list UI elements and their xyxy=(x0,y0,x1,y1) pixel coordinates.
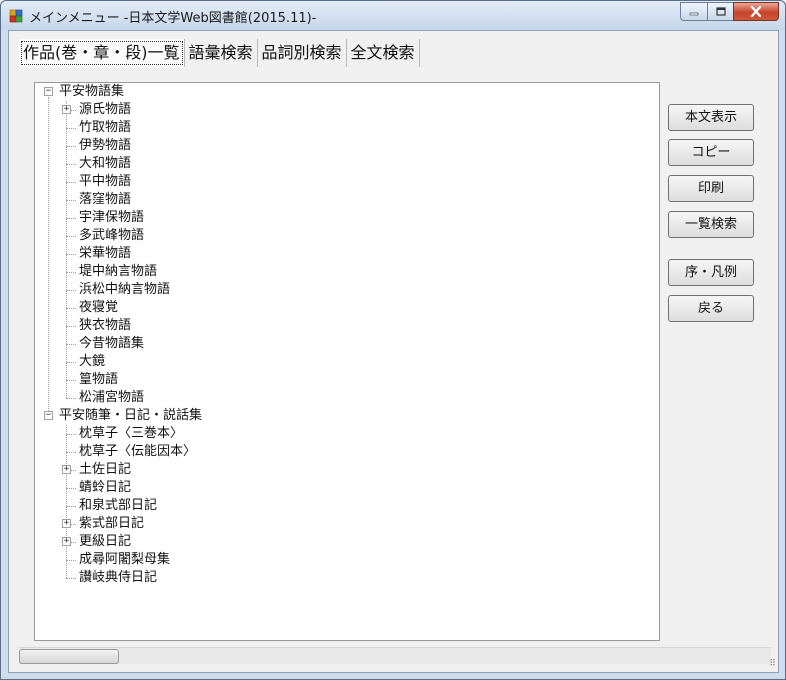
tree-connector xyxy=(66,362,76,363)
minimize-icon xyxy=(689,12,699,15)
tree-item[interactable]: 宇津保物語 xyxy=(79,209,144,227)
expand-toggle-icon[interactable]: + xyxy=(62,519,71,528)
tree-item[interactable]: 大鏡 xyxy=(79,353,105,371)
maximize-button[interactable] xyxy=(707,2,733,21)
tab-part-of-speech-search[interactable]: 品詞別検索 xyxy=(258,39,347,67)
tree-item[interactable]: 更級日記 xyxy=(79,533,131,551)
show-text-button[interactable]: 本文表示 xyxy=(668,104,754,131)
collapse-toggle-icon[interactable]: − xyxy=(44,87,53,96)
expand-toggle-icon[interactable]: + xyxy=(62,537,71,546)
tree-connector xyxy=(66,452,76,453)
tree-connector xyxy=(66,425,67,578)
resize-grip-icon[interactable]: ⠿ xyxy=(764,658,776,670)
tree-item[interactable]: 源氏物語 xyxy=(79,101,131,119)
tree-item[interactable]: 落窪物語 xyxy=(79,191,131,209)
horizontal-scrollbar[interactable] xyxy=(19,647,771,664)
tree-item[interactable]: 堤中納言物語 xyxy=(79,263,157,281)
back-button[interactable]: 戻る xyxy=(668,295,754,322)
tree-connector xyxy=(66,164,76,165)
tab-work-list[interactable]: 作品(巻・章・段)一覧 xyxy=(19,39,185,67)
list-search-button[interactable]: 一覧検索 xyxy=(668,211,754,238)
tree-item[interactable]: 讃岐典侍日記 xyxy=(79,569,157,587)
tree-item[interactable]: 竹取物語 xyxy=(79,119,131,137)
main-menu-window: メインメニュー -日本文学Web図書館(2015.11)- 作品(巻・章・段)一… xyxy=(0,0,786,680)
print-button[interactable]: 印刷 xyxy=(668,175,754,202)
title-bar[interactable]: メインメニュー -日本文学Web図書館(2015.11)- xyxy=(1,1,785,30)
tree-connector xyxy=(66,254,76,255)
tree-connector xyxy=(66,578,76,579)
window-controls xyxy=(680,2,779,21)
tree-item[interactable]: 栄華物語 xyxy=(79,245,131,263)
tree-item[interactable]: 和泉式部日記 xyxy=(79,497,157,515)
scrollbar-thumb[interactable] xyxy=(19,649,119,664)
tree-connector xyxy=(66,506,76,507)
copy-button[interactable]: コピー xyxy=(668,139,754,166)
tree-connector xyxy=(66,326,76,327)
tree-connector xyxy=(66,272,76,273)
tree-connector xyxy=(66,488,76,489)
menu-tabs: 作品(巻・章・段)一覧 語彙検索 品詞別検索 全文検索 xyxy=(19,39,420,67)
tree-connector xyxy=(66,146,76,147)
tree-connector xyxy=(66,434,76,435)
tree-connector xyxy=(66,344,76,345)
tree-connector xyxy=(66,128,76,129)
close-icon xyxy=(750,6,762,17)
tree-item[interactable]: 成尋阿闍梨母集 xyxy=(79,551,170,569)
tree-item[interactable]: 伊勢物語 xyxy=(79,137,131,155)
tree-connector xyxy=(66,236,76,237)
maximize-icon xyxy=(715,7,726,16)
tree-item[interactable]: 枕草子〈三巻本〉 xyxy=(79,425,183,443)
work-tree-view[interactable]: − 平安物語集 + 源氏物語 竹取物語 伊勢物語 大和物語 平中物語 落窪物語 宇津保物語 多武峰物… xyxy=(34,82,660,641)
tree-item[interactable]: 狭衣物語 xyxy=(79,317,131,335)
expand-toggle-icon[interactable]: + xyxy=(62,465,71,474)
tree-item[interactable]: 土佐日記 xyxy=(79,461,131,479)
tree-item[interactable]: 篁物語 xyxy=(79,371,118,389)
tree-connector xyxy=(66,398,76,399)
tree-connector xyxy=(66,308,76,309)
tree-connector xyxy=(66,380,76,381)
tree-item[interactable]: 今昔物語集 xyxy=(79,335,144,353)
collapse-toggle-icon[interactable]: − xyxy=(44,411,53,420)
tree-group[interactable]: 平安随筆・日記・説話集 xyxy=(59,407,202,425)
tab-vocabulary-search[interactable]: 語彙検索 xyxy=(185,39,258,67)
tree-connector xyxy=(66,182,76,183)
tree-item[interactable]: 蜻蛉日記 xyxy=(79,479,131,497)
expand-toggle-icon[interactable]: + xyxy=(62,105,71,114)
tree-item[interactable]: 平中物語 xyxy=(79,173,131,191)
tree-connector xyxy=(48,97,49,411)
tree-group[interactable]: 平安物語集 xyxy=(59,83,124,101)
tree-item[interactable]: 浜松中納言物語 xyxy=(79,281,170,299)
tree-item[interactable]: 紫式部日記 xyxy=(79,515,144,533)
tree-item[interactable]: 枕草子〈伝能因本〉 xyxy=(79,443,196,461)
tree-item[interactable]: 多武峰物語 xyxy=(79,227,144,245)
tree-connector xyxy=(66,290,76,291)
minimize-button[interactable] xyxy=(680,2,707,21)
tree-connector xyxy=(66,200,76,201)
tree-item[interactable]: 夜寝覚 xyxy=(79,299,118,317)
tree-connector xyxy=(66,560,76,561)
tree-connector xyxy=(66,218,76,219)
window-title: メインメニュー -日本文学Web図書館(2015.11)- xyxy=(29,11,317,26)
application-icon xyxy=(9,9,23,23)
tree-item[interactable]: 松浦宮物語 xyxy=(79,389,144,407)
client-area: 作品(巻・章・段)一覧 語彙検索 品詞別検索 全文検索 − 平安物語集 + 源氏物語竹… xyxy=(8,30,779,673)
close-button[interactable] xyxy=(733,2,779,21)
preface-notes-button[interactable]: 序・凡例 xyxy=(668,259,754,286)
tab-full-text-search[interactable]: 全文検索 xyxy=(347,39,420,67)
tree-item[interactable]: 大和物語 xyxy=(79,155,131,173)
